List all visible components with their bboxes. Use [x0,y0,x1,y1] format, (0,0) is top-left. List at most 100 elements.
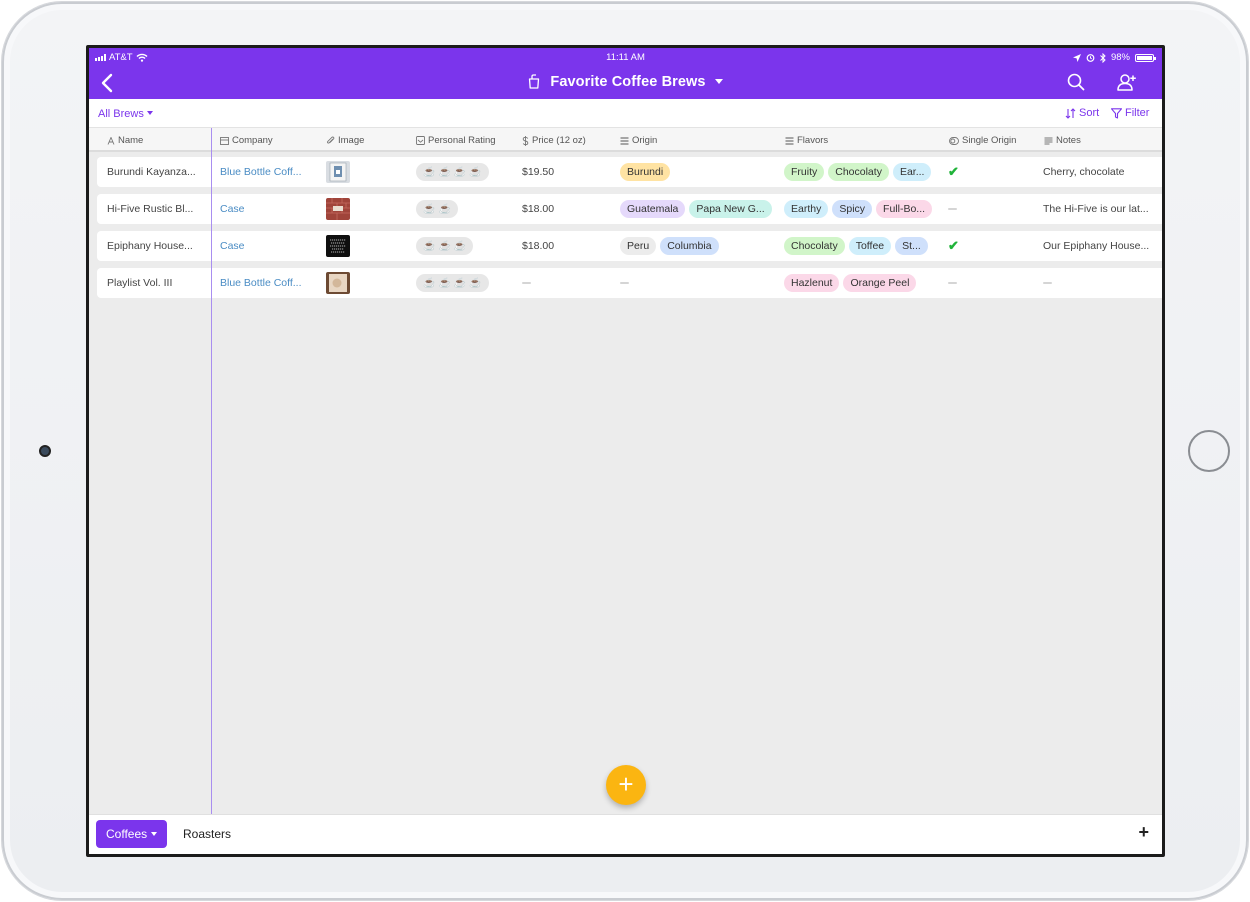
home-button[interactable] [1188,430,1230,472]
flavor-tag: Toffee [848,237,892,255]
currency-icon [522,135,529,146]
cell-company[interactable]: Blue Bottle Coff... [220,268,322,298]
rating-pill: ☕ ☕ [416,200,458,218]
table-row[interactable]: Burundi Kayanza... Blue Bottle Coff... ☕… [97,157,1162,187]
filter-button[interactable]: Filter [1111,107,1149,119]
table-row[interactable]: Epiphany House... Case ☕ ☕ ☕ $18.00 Peru C… [97,231,1162,261]
checkmark-icon: ✔ [948,238,959,253]
cell-image[interactable] [326,157,350,187]
cell-price[interactable]: $19.50 [522,157,554,187]
flavor-tag: Earthy [784,200,829,218]
status-bar: AT&T 11:11 AM 98% [89,48,1162,66]
cell-price[interactable] [522,268,531,298]
column-header-price[interactable]: Price (12 oz) [522,135,586,146]
clock: 11:11 AM [606,52,645,63]
origin-tag: Guatemala [620,200,686,218]
cell-rating[interactable]: ☕ ☕ ☕ ☕ [416,157,489,187]
cell-rating[interactable]: ☕ ☕ [416,194,458,224]
name-field-icon [107,136,115,145]
table-tabs: Coffees Roasters + [89,814,1162,854]
cell-company[interactable]: Blue Bottle Coff... [220,157,322,187]
column-header-origin[interactable]: Origin [620,135,657,146]
column-header-name[interactable]: Name [107,135,143,146]
cell-notes[interactable] [1043,268,1162,298]
frozen-column-divider [211,128,212,818]
sort-icon [1065,107,1076,119]
flavor-tag: St... [895,237,928,255]
cell-rating[interactable]: ☕ ☕ ☕ ☕ [416,268,489,298]
empty-value [522,282,531,284]
cell-flavors[interactable]: Chocolaty Toffee St... [784,231,939,261]
cell-price[interactable]: $18.00 [522,194,554,224]
flavor-tag: Fruity [784,163,825,181]
empty-value [620,282,629,284]
empty-value [948,282,957,284]
top-bar: AT&T 11:11 AM 98% Favorite Coffee Brews [89,48,1162,99]
cell-single-origin[interactable] [948,268,957,298]
sort-button[interactable]: Sort [1065,107,1099,119]
rating-pill: ☕ ☕ ☕ ☕ [416,274,489,292]
cell-origin[interactable]: Peru Columbia [620,231,775,261]
column-header-flavors[interactable]: Flavors [785,135,828,146]
origin-tag: Papa New G... [689,200,772,218]
tab-coffees[interactable]: Coffees [96,820,168,848]
flavor-tag: Spicy [832,200,873,218]
coffee-bag-thumbnail [326,235,350,257]
cell-name[interactable]: Hi-Five Rustic Bl... [107,194,212,224]
chevron-down-icon [714,79,723,84]
filter-icon [1111,107,1122,119]
origin-tag: Columbia [660,237,719,255]
add-table-button[interactable]: + [1138,822,1149,843]
cell-flavors[interactable]: Hazlenut Orange Peel [784,268,939,298]
origin-tag: Burundi [620,163,671,181]
chevron-down-icon [151,832,158,836]
base-title-text: Favorite Coffee Brews [550,74,706,90]
cell-rating[interactable]: ☕ ☕ ☕ [416,231,474,261]
column-header-company[interactable]: Company [220,135,273,146]
table-row[interactable]: Playlist Vol. III Blue Bottle Coff... ☕ ☕… [97,268,1162,298]
empty-value [1043,282,1052,284]
origin-tag: Peru [620,237,657,255]
cell-name[interactable]: Playlist Vol. III [107,268,212,298]
cell-flavors[interactable]: Earthy Spicy Full-Bo... [784,194,939,224]
search-icon[interactable] [1067,73,1085,91]
cell-notes[interactable]: The Hi-Five is our lat... [1043,194,1162,224]
cell-name[interactable]: Epiphany House... [107,231,212,261]
column-header-image[interactable]: Image [326,135,364,146]
cell-flavors[interactable]: Fruity Chocolaty Ear... [784,157,939,187]
coffee-bag-thumbnail [326,272,350,294]
cell-origin[interactable] [620,268,775,298]
cell-image[interactable] [326,231,350,261]
cell-name[interactable]: Burundi Kayanza... [107,157,212,187]
cell-company[interactable]: Case [220,194,322,224]
column-header-rating[interactable]: Personal Rating [416,135,496,146]
multi-select-icon [620,136,629,145]
cell-image[interactable] [326,194,350,224]
cell-image[interactable] [326,268,350,298]
view-switcher[interactable]: All Brews [98,108,153,120]
cell-single-origin[interactable] [948,194,957,224]
cell-price[interactable]: $18.00 [522,231,554,261]
cell-single-origin[interactable]: ✔ [948,231,959,261]
cell-notes[interactable]: Cherry, chocolate [1043,157,1162,187]
flavor-tag: Chocolaty [828,163,889,181]
column-header-notes[interactable]: Notes [1044,135,1081,146]
cell-origin[interactable]: Guatemala Papa New G... [620,194,775,224]
app-screen: AT&T 11:11 AM 98% Favorite Coffee Brews … [86,45,1165,857]
table-row[interactable]: Hi-Five Rustic Bl... Case ☕ ☕ $18.00 Guat… [97,194,1162,224]
flavor-tag: Full-Bo... [876,200,933,218]
cell-notes[interactable]: Our Epiphany House... [1043,231,1162,261]
attachment-icon [327,136,335,144]
column-header-single-origin[interactable]: Single Origin [949,135,1016,146]
tab-roasters[interactable]: Roasters [183,827,231,841]
coffee-bag-thumbnail [326,198,350,220]
battery-icon [1135,53,1156,62]
cell-company[interactable]: Case [220,231,322,261]
column-headers: Name Company Image Personal Rating Price… [89,128,1162,152]
base-title[interactable]: Favorite Coffee Brews [89,74,1162,90]
add-collaborator-icon[interactable] [1116,73,1138,91]
cell-single-origin[interactable]: ✔ [948,157,959,187]
flavor-tag: Ear... [892,163,932,181]
cell-origin[interactable]: Burundi [620,157,775,187]
add-record-button[interactable]: + [606,765,646,805]
